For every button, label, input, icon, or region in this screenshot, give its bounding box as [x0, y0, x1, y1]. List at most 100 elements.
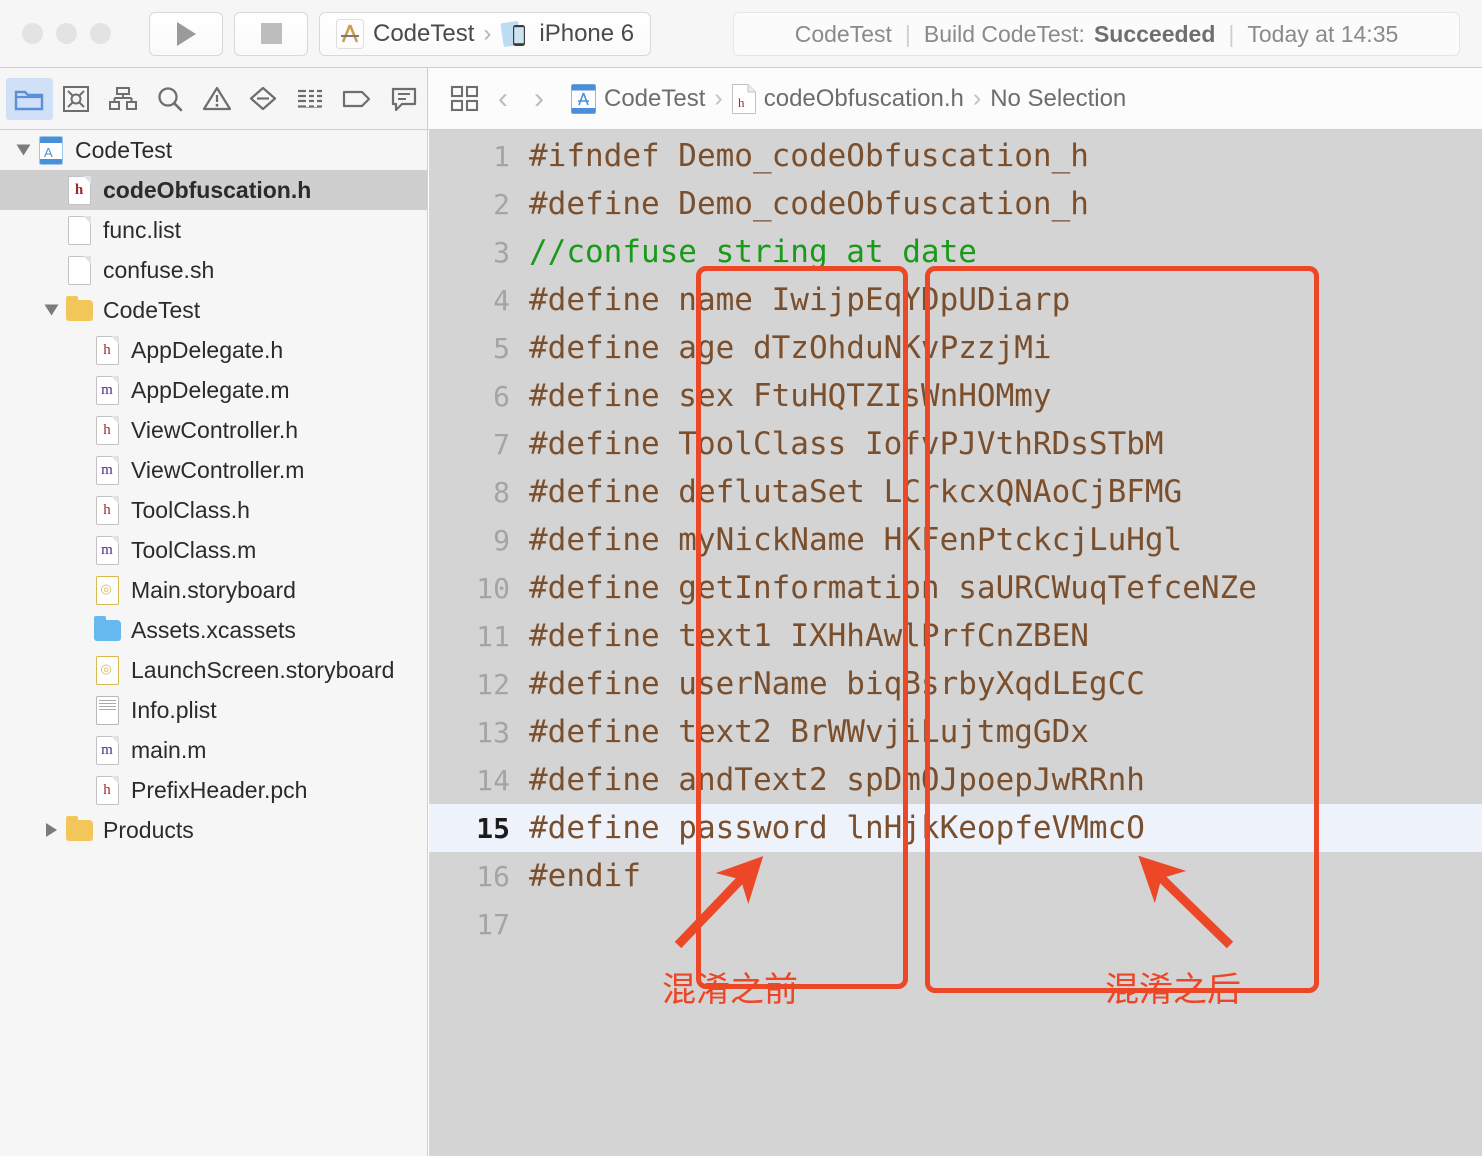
- sidebar-item-breakpoint-navigator[interactable]: [333, 78, 380, 120]
- line-number: 13: [476, 715, 510, 749]
- code-line-text: #define andText2 spDmOJpoepJwRRnh: [529, 762, 1145, 798]
- breadcrumb-label-project: CodeTest: [604, 84, 706, 112]
- sidebar-item[interactable]: confuse.sh: [0, 250, 427, 290]
- sidebar-item-label: ViewController.h: [131, 416, 299, 443]
- sidebar-item-symbol-navigator[interactable]: [100, 78, 147, 120]
- sidebar-item[interactable]: h codeObfuscation.h: [0, 170, 427, 210]
- sidebar-item[interactable]: m main.m: [0, 730, 427, 770]
- sidebar-item[interactable]: func.list: [0, 210, 427, 250]
- code-line[interactable]: 1 #ifndef Demo_codeObfuscation_h: [429, 132, 1482, 180]
- sidebar-item[interactable]: h ViewController.h: [0, 410, 427, 450]
- code-line[interactable]: 2 #define Demo_codeObfuscation_h: [429, 180, 1482, 228]
- stop-icon: [260, 23, 282, 44]
- navigate-forward-button[interactable]: ›: [521, 83, 557, 114]
- code-line[interactable]: 9 #define myNickName HKFenPtckcjLuHgl: [429, 516, 1482, 564]
- code-line-text: #define userName biqBsrbyXqdLEgCC: [529, 666, 1145, 702]
- sidebar-item-label: Main.storyboard: [131, 576, 296, 603]
- breadcrumb-item-selection[interactable]: No Selection: [990, 85, 1126, 113]
- breadcrumb-item-project[interactable]: CodeTest: [571, 83, 706, 114]
- code-line-text: #define Demo_codeObfuscation_h: [529, 186, 1089, 222]
- sidebar-item-label: AppDelegate.h: [131, 336, 284, 363]
- sidebar-item-debug-navigator[interactable]: [380, 78, 427, 120]
- sidebar-item-find-navigator[interactable]: [146, 78, 193, 120]
- code-line-current[interactable]: 15 #define password lnHjkKeopfeVMmcO: [429, 804, 1482, 852]
- code-line-text: #define text2 BrWWvjiLujtmgGDx: [529, 714, 1089, 750]
- code-line-text: #define text1 IXHhAwlPrfCnZBEN: [529, 618, 1089, 654]
- source-editor[interactable]: 1 #ifndef Demo_codeObfuscation_h 2 #define …: [429, 130, 1482, 1156]
- minimize-window-button[interactable]: [56, 23, 77, 44]
- run-button[interactable]: [149, 11, 223, 56]
- related-items-button[interactable]: [445, 85, 485, 113]
- code-line[interactable]: 5 #define age dTzOhduNKvPzzjMi: [429, 324, 1482, 372]
- plain-file-icon: [64, 215, 94, 245]
- status-timestamp: Today at 14:35: [1247, 20, 1399, 47]
- code-line[interactable]: 6 #define sex FtuHQTZIsWnHOMmy: [429, 372, 1482, 420]
- sidebar-item[interactable]: CodeTest: [0, 290, 427, 330]
- sidebar-item-label: LaunchScreen.storyboard: [131, 656, 395, 683]
- sidebar-item[interactable]: Products: [0, 810, 427, 850]
- sidebar-item-test-navigator[interactable]: [240, 78, 287, 120]
- scheme-selector[interactable]: CodeTest › iPhone 6: [319, 11, 652, 56]
- test-diamond-icon: [250, 86, 277, 111]
- sidebar-item[interactable]: h AppDelegate.h: [0, 330, 427, 370]
- sidebar-item[interactable]: m ToolClass.m: [0, 530, 427, 570]
- code-line[interactable]: 13 #define text2 BrWWvjiLujtmgGDx: [429, 708, 1482, 756]
- sidebar-item-project-navigator[interactable]: [6, 77, 53, 120]
- navigate-back-button[interactable]: ‹: [485, 83, 521, 114]
- sidebar-item[interactable]: m AppDelegate.m: [0, 370, 427, 410]
- storyboard-icon: [92, 575, 122, 605]
- code-line[interactable]: 17: [429, 900, 1482, 948]
- project-icon: A: [36, 135, 66, 165]
- assets-folder-icon: [92, 615, 122, 641]
- sidebar-item[interactable]: Main.storyboard: [0, 570, 427, 610]
- breadcrumb: CodeTest › h codeObfuscation.h › No Sele…: [571, 83, 1126, 114]
- sidebar-item-label: ViewController.m: [131, 456, 305, 483]
- sidebar-item[interactable]: A CodeTest: [0, 130, 427, 170]
- editor-jump-bar: ‹ › CodeTest › h codeObfuscation.h › No …: [429, 68, 1482, 129]
- sidebar-item-report-navigator[interactable]: [287, 78, 334, 120]
- code-line[interactable]: 8 #define deflutaSet LCrkcxQNAoCjBFMG: [429, 468, 1482, 516]
- close-window-button[interactable]: [22, 23, 43, 44]
- sidebar-item-label: PrefixHeader.pch: [131, 776, 308, 803]
- line-number: 17: [476, 907, 510, 941]
- line-number: 14: [476, 763, 510, 797]
- code-line[interactable]: 7 #define ToolClass IofvPJVthRDsSTbM: [429, 420, 1482, 468]
- window-toolbar: CodeTest › iPhone 6 CodeTest | Build Cod…: [0, 0, 1482, 68]
- sidebar-item[interactable]: h ToolClass.h: [0, 490, 427, 530]
- sidebar-item-issue-navigator[interactable]: [193, 78, 240, 120]
- sidebar-item[interactable]: Assets.xcassets: [0, 610, 427, 650]
- sidebar-item-label: codeObfuscation.h: [103, 176, 312, 203]
- code-line[interactable]: 10 #define getInformation saURCWuqTefceNZ…: [429, 564, 1482, 612]
- code-line[interactable]: 16 #endif: [429, 852, 1482, 900]
- breadcrumb-item-file[interactable]: h codeObfuscation.h: [731, 83, 964, 114]
- sidebar-item[interactable]: Info.plist: [0, 690, 427, 730]
- sidebar-item[interactable]: m ViewController.m: [0, 450, 427, 490]
- code-line[interactable]: 14 #define andText2 spDmOJpoepJwRRnh: [429, 756, 1482, 804]
- disclosure-triangle-closed-icon[interactable]: [38, 823, 64, 837]
- code-line[interactable]: 3 //confuse string at date: [429, 228, 1482, 276]
- disclosure-triangle-open-icon[interactable]: [10, 143, 36, 157]
- sidebar-item[interactable]: h PrefixHeader.pch: [0, 770, 427, 810]
- window-traffic-lights: [22, 23, 111, 44]
- header-file-icon: h: [731, 83, 756, 114]
- stop-button[interactable]: [234, 11, 308, 56]
- line-number: 4: [493, 283, 510, 317]
- device-icon: [500, 19, 530, 49]
- sidebar-item-source-control-navigator[interactable]: [53, 78, 100, 120]
- code-line[interactable]: 4 #define name IwijpEqYDpUDiarp: [429, 276, 1482, 324]
- breadcrumb-label-selection: No Selection: [990, 84, 1127, 112]
- implementation-file-icon: m: [92, 735, 122, 765]
- line-number: 15: [476, 811, 510, 845]
- sidebar-item-label: ToolClass.m: [131, 536, 257, 563]
- code-line[interactable]: 11 #define text1 IXHhAwlPrfCnZBEN: [429, 612, 1482, 660]
- zoom-window-button[interactable]: [90, 23, 111, 44]
- project-navigator-sidebar[interactable]: A CodeTest h codeObfuscation.h func.list conf…: [0, 130, 428, 1156]
- header-file-icon: h: [64, 175, 94, 205]
- warning-triangle-icon: [202, 86, 231, 111]
- code-line[interactable]: 12 #define userName biqBsrbyXqdLEgCC: [429, 660, 1482, 708]
- sidebar-item[interactable]: LaunchScreen.storyboard: [0, 650, 427, 690]
- disclosure-triangle-open-icon[interactable]: [38, 303, 64, 317]
- code-line-text: #define ToolClass IofvPJVthRDsSTbM: [529, 426, 1164, 462]
- play-icon: [176, 21, 196, 46]
- code-line-text: #define myNickName HKFenPtckcjLuHgl: [529, 522, 1183, 558]
